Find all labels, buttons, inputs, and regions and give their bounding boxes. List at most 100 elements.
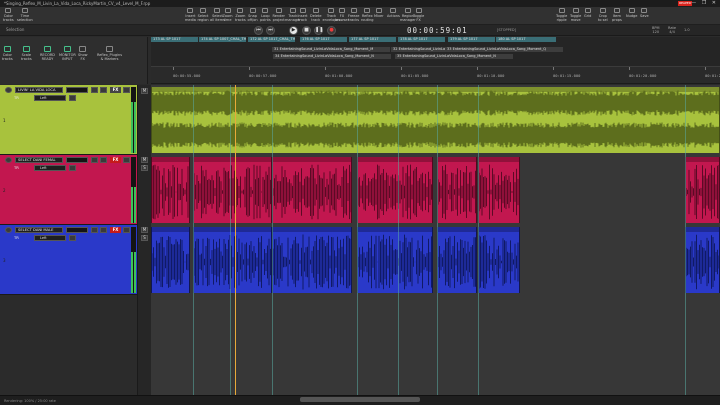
track2-solo-button[interactable]: S [141,165,148,171]
toolbar-button-mid-0[interactable]: Freeze tracks [348,8,359,22]
region-marker[interactable]: 172 AL SP 1017_CHAL_THEM 1017 1 [248,37,295,42]
toolbar-button-center-9[interactable]: Insert track [298,8,308,22]
toolbar-button-mid-1[interactable]: Reflex routing [361,8,374,22]
media-item[interactable] [193,157,272,223]
media-item[interactable] [437,157,477,223]
fx-button[interactable]: FX [110,87,121,93]
toolbar-button-right-2[interactable]: Grid [584,8,591,18]
track3-solo-button[interactable]: S [141,235,148,241]
horizontal-scrollbar[interactable] [300,397,420,402]
rate-value[interactable]: 1.0 [684,28,690,32]
input-monitor-button[interactable] [69,165,76,171]
track3-mute-button[interactable]: M [141,227,148,233]
timeline-ruler[interactable]: 00:00:55.000 00:00:57.000 00:01:00.000 00:0… [151,66,720,84]
input-monitor-button[interactable] [69,235,76,241]
region-marker[interactable]: 174 AL SP 1007_CHAL_THEM 1017 1 [199,37,246,42]
track-control-panel-2[interactable]: SELECT DANI FEMAL FX TR Left 2 [0,155,137,225]
tcp-tool-button-0[interactable]: Color tracks [2,46,13,61]
bpm-display[interactable]: BPM 120 [652,26,660,34]
track-name-field[interactable]: SELECT DANI FEMAL [15,157,63,163]
mute-button[interactable] [91,87,98,93]
record-button[interactable]: ● [327,26,336,35]
stop-button[interactable]: ■ [302,26,311,35]
toolbar-button-left-0[interactable]: Color tracks [3,8,14,22]
go-start-button[interactable]: ⏮ [254,26,263,35]
pan-selector[interactable]: Left [34,95,66,101]
record-arm-button[interactable] [5,227,12,233]
region-marker[interactable]: 176 AL SP 1017 [300,37,347,42]
toolbar-button-center-6[interactable]: Loop points [260,8,271,22]
solo-button[interactable] [100,87,107,93]
pan-selector[interactable]: Left [34,235,66,241]
env-button[interactable] [123,227,130,233]
volume-fader[interactable] [66,227,88,233]
pause-button[interactable]: ❚❚ [314,26,323,35]
toolbar-button-right-6[interactable]: Save [640,8,649,18]
toolbar-button-right-5[interactable]: Nudge [626,8,637,18]
tcp-tool-button-5[interactable]: Reflex_Plugins & Markers [97,46,122,61]
record-arm-button[interactable] [5,157,12,163]
track-lane-2[interactable] [151,157,720,223]
track-name-field[interactable]: SELECT DANI MALE [15,227,63,233]
mute-button[interactable] [91,227,98,233]
toolbar-button-right-0[interactable]: Toggle ripple [556,8,567,22]
edit-cursor[interactable] [235,85,236,395]
region-marker[interactable]: 180 AL SP 1017 [496,37,556,42]
toolbar-button-mid-5[interactable]: Toggle FX [413,8,424,22]
media-item[interactable] [478,227,520,293]
media-item[interactable] [685,157,720,223]
region-lane[interactable]: 173 AL SP 1017174 AL SP 1007_CHAL_THEM 1… [151,37,720,66]
toolbar-button-center-1[interactable]: Select region [198,8,209,22]
fx-button[interactable]: FX [110,157,121,163]
toolbar-button-center-12[interactable]: FX browser [335,8,349,22]
media-item[interactable] [151,227,190,293]
region-marker[interactable]: 177 AL SP 1017 [349,37,396,42]
toolbar-button-mid-3[interactable]: Actions [387,8,400,18]
input-monitor-button[interactable] [69,95,76,101]
media-item[interactable] [151,87,720,153]
media-item[interactable] [272,227,352,293]
toolbar-button-center-10[interactable]: Delete track [310,8,322,22]
tcp-tool-button-2[interactable]: RECORD READY [40,46,55,61]
go-end-button[interactable]: ⏭ [266,26,275,35]
tcp-tool-button-4[interactable]: Show FX [78,46,87,61]
media-item[interactable] [437,227,477,293]
solo-button[interactable] [100,157,107,163]
media-item[interactable] [193,227,272,293]
env-button[interactable] [123,87,130,93]
pan-selector[interactable]: Left [34,165,66,171]
env-button[interactable] [123,157,130,163]
track-control-panel-3[interactable]: SELECT DANI MALE FX TR Left 3 [0,225,137,295]
region-marker[interactable]: 179 AL SP 1017 [448,37,495,42]
project-marker[interactable]: 34 EntertainingSound_LivinLaVidaLoca_Son… [273,54,391,59]
region-marker[interactable]: 178 AL SP 1017 [398,37,445,42]
track2-mute-button[interactable]: M [141,157,148,163]
arrange-view[interactable] [151,85,720,395]
volume-fader[interactable] [66,157,88,163]
media-item[interactable] [151,157,190,223]
toolbar-button-mid-2[interactable]: Mixer [374,8,384,18]
toolbar-button-right-4[interactable]: Item props [612,8,622,22]
tcp-tool-button-3[interactable]: MONITOR INPUT [59,46,76,61]
toolbar-button-center-7[interactable]: Render project [273,8,285,22]
media-item[interactable] [272,157,352,223]
media-item[interactable] [685,227,720,293]
toolbar-button-right-1[interactable]: Toggle move [570,8,581,22]
toolbar-button-left-1[interactable]: Time selection [17,8,33,22]
region-marker[interactable]: 173 AL SP 1017 [151,37,198,42]
toolbar-button-center-0[interactable]: Insert media [185,8,196,22]
toolbar-button-center-3[interactable]: Zoom time [223,8,233,22]
project-marker[interactable]: 35 EntertainingSound_LivinLaVidaLoca_Son… [395,54,513,59]
toolbar-button-center-5[interactable]: Snap off/on [248,8,258,22]
track-lane-3[interactable] [151,227,720,293]
time-sig-display[interactable]: Rate 4/4 [668,26,676,34]
tcp-tool-button-1[interactable]: Scale tracks [21,46,32,61]
fx-button[interactable]: FX [110,227,121,233]
track-lane-1[interactable] [151,87,720,153]
media-item[interactable] [478,157,520,223]
media-item[interactable] [357,157,433,223]
volume-fader[interactable] [66,87,88,93]
toolbar-button-center-4[interactable]: Zoom tracks [235,8,246,22]
solo-button[interactable] [100,227,107,233]
play-button[interactable]: ▶ [289,26,298,35]
